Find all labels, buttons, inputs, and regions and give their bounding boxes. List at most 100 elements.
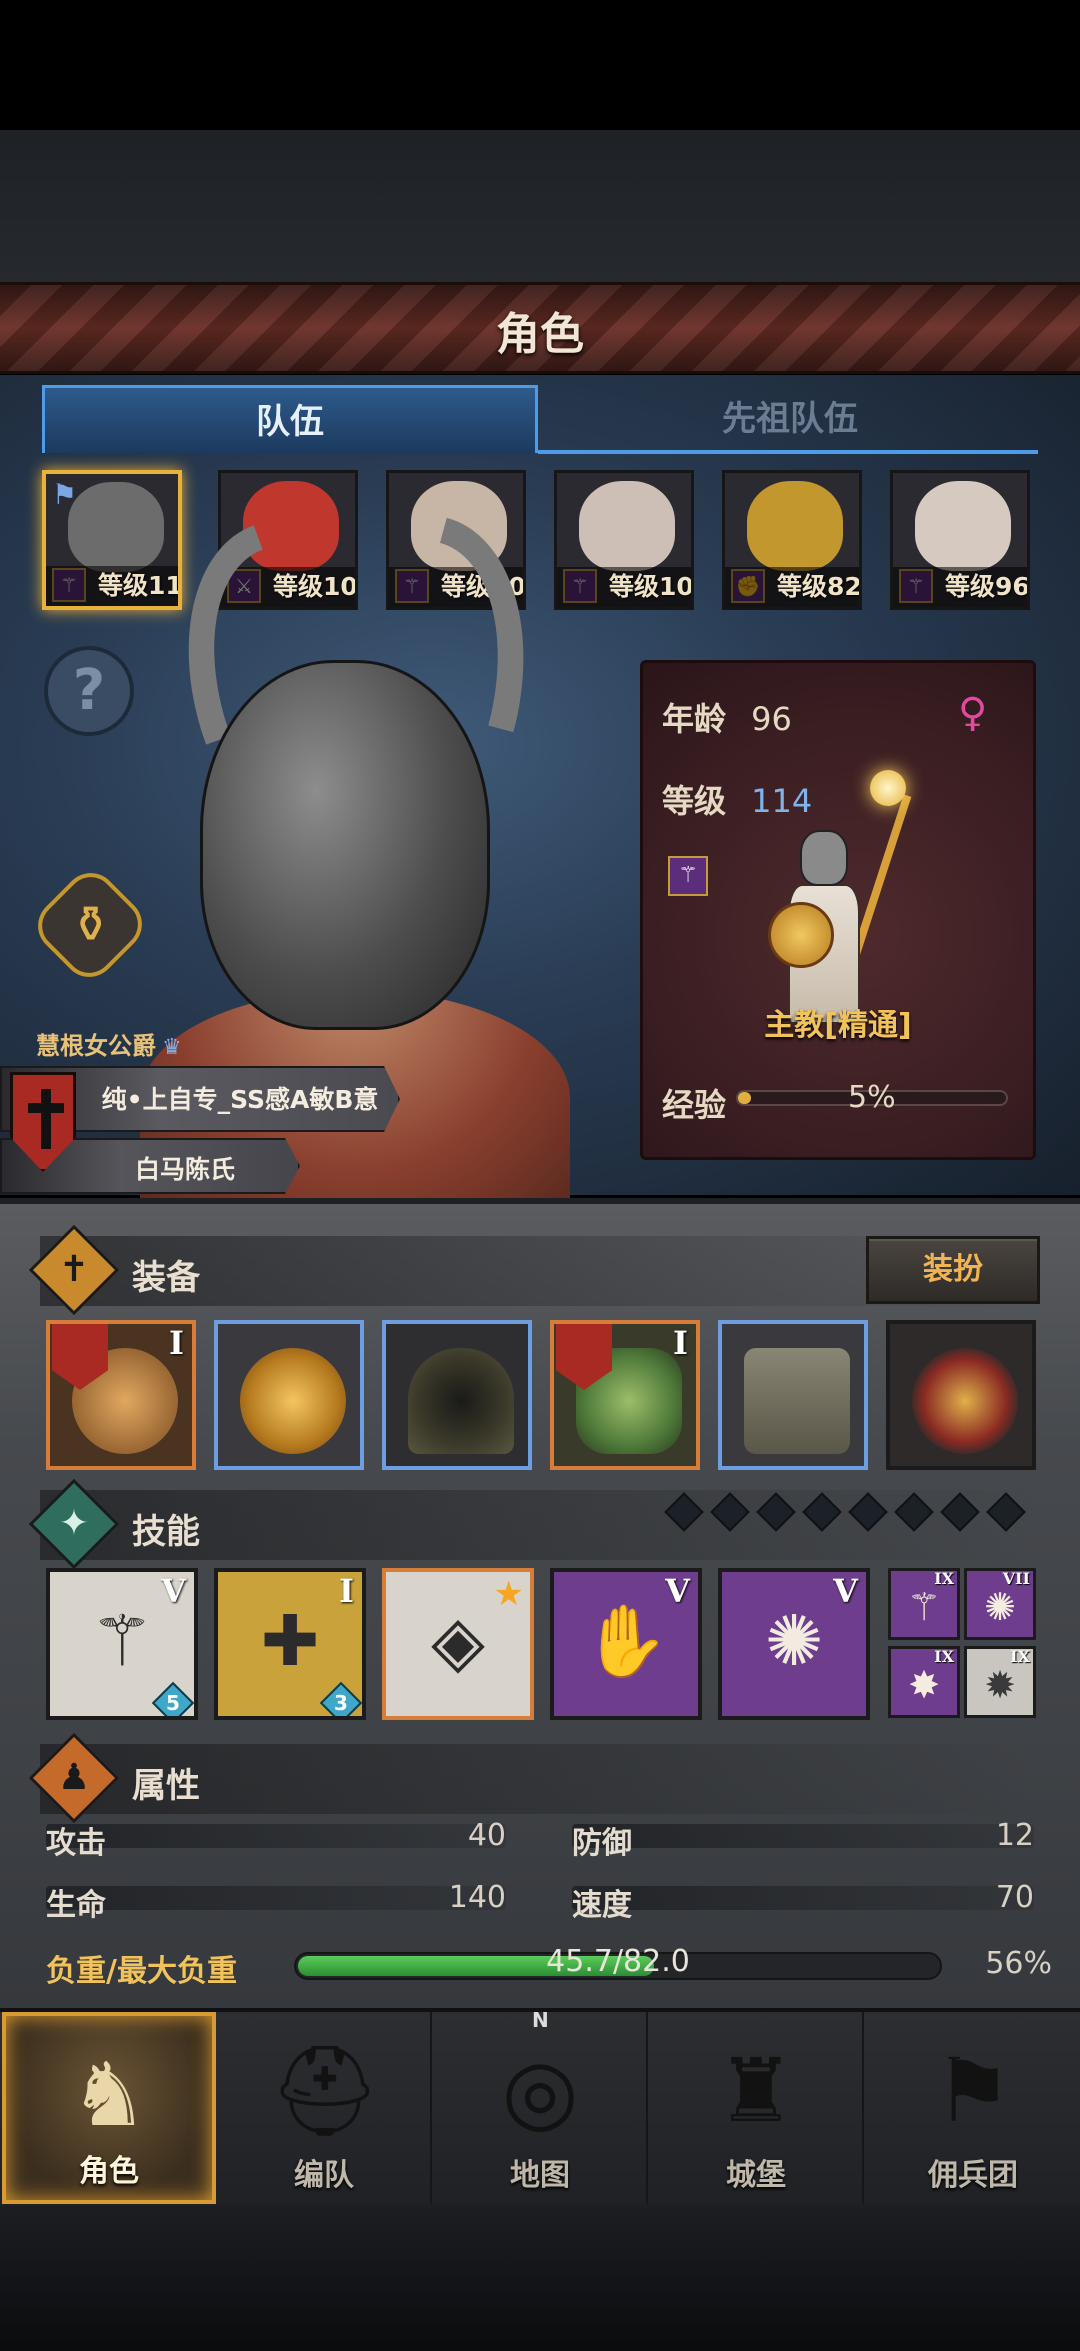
- skill-4[interactable]: ✋ V: [550, 1568, 702, 1720]
- nav-formation[interactable]: ⛑ 编队: [218, 2012, 432, 2204]
- health-value: 140: [448, 1880, 506, 1915]
- noble-title: 慧根女公爵 ♛: [36, 1026, 182, 1061]
- hero-portrait-5[interactable]: ✊ 等级82: [722, 470, 862, 610]
- exp-label: 经验: [662, 1086, 727, 1124]
- compass-icon: ◎: [501, 2039, 579, 2142]
- health-label: 生命: [46, 1888, 106, 1923]
- skill-5[interactable]: ✺ V: [718, 1568, 870, 1720]
- trait-text: 纯•上自专_SS感A敏B意: [101, 1085, 379, 1114]
- speed-label: 速度: [572, 1888, 632, 1923]
- equip-slot-staff[interactable]: I: [46, 1320, 196, 1470]
- skills-title: 技能: [132, 1512, 200, 1552]
- character-helmet: [200, 660, 490, 1030]
- mini-skill-1[interactable]: ⚚ IX: [888, 1568, 960, 1640]
- skill-3[interactable]: ◈ ★: [382, 1568, 534, 1720]
- nav-label: 地图: [510, 2158, 570, 2193]
- nav-castle[interactable]: ♜ 城堡: [650, 2012, 864, 2204]
- tab-ancestor-team[interactable]: 先祖队伍: [540, 385, 1040, 453]
- tab-team[interactable]: 队伍: [42, 385, 538, 453]
- equip-slot-boots[interactable]: [718, 1320, 868, 1470]
- hood-icon: [408, 1348, 514, 1454]
- hero-level: 等级82: [725, 567, 859, 607]
- attack-value: 40: [467, 1818, 506, 1853]
- castle-icon: ♜: [716, 2039, 796, 2142]
- skill-1[interactable]: ⚚ V 5: [46, 1568, 198, 1720]
- system-nav-area: [0, 2205, 1080, 2351]
- nav-label: 城堡: [726, 2158, 786, 2193]
- equip-slot-amulet[interactable]: [886, 1320, 1036, 1470]
- hero-portrait-6[interactable]: ⚚ 等级96: [890, 470, 1030, 610]
- class-name: 主教[精通]: [764, 1008, 912, 1043]
- banner-icon: ⚑: [933, 2039, 1013, 2142]
- nav-label: 佣兵团: [928, 2158, 1018, 2193]
- level-row: 等级 114: [662, 776, 812, 822]
- knight-icon: ♞: [69, 2043, 149, 2146]
- bat-amulet-icon: [912, 1348, 1018, 1454]
- status-bar-area: [0, 0, 1080, 130]
- level-label: 等级: [662, 782, 727, 820]
- skill-2[interactable]: ✚ I 3: [214, 1568, 366, 1720]
- heal-shield-icon: ✚: [260, 1600, 320, 1682]
- equip-slot-armor[interactable]: I: [550, 1320, 700, 1470]
- tier-numeral: VII: [1002, 1569, 1030, 1588]
- radiant-icon: ✺: [984, 1585, 1016, 1629]
- mini-skill-3[interactable]: ✸ IX: [888, 1646, 960, 1718]
- tier-numeral: I: [339, 1572, 354, 1610]
- hero-face: [747, 481, 843, 571]
- helmet-icon: ⛑: [269, 2039, 381, 2142]
- staff-icon: ⚚: [668, 856, 708, 896]
- skill-count-badge: 5: [151, 1681, 194, 1716]
- attributes-title: 属性: [132, 1766, 200, 1806]
- nav-mercenary[interactable]: ⚑ 佣兵团: [866, 2012, 1080, 2204]
- spear-icon: ⚚: [90, 1600, 154, 1682]
- nav-label: 角色: [79, 2154, 139, 2189]
- hero-level: 等级114: [46, 566, 178, 606]
- tab-underline: [538, 450, 1038, 454]
- potion-icon: ⚱: [69, 895, 112, 954]
- shatter-icon: ✹: [984, 1663, 1016, 1707]
- skill-slot-indicators: [660, 1492, 1040, 1542]
- equip-slot-shield[interactable]: [214, 1320, 364, 1470]
- load-label: 负重/最大负重: [46, 1954, 237, 1989]
- tier-numeral: IX: [934, 1647, 954, 1666]
- nav-map[interactable]: ◎ 地图: [434, 2012, 648, 2204]
- tier-numeral: V: [161, 1572, 186, 1610]
- nav-label: 编队: [294, 2158, 354, 2193]
- nav-character[interactable]: ♞ 角色: [2, 2012, 216, 2204]
- level-value: 114: [751, 782, 813, 820]
- shield-icon: [240, 1348, 346, 1454]
- hero-level: 等级102: [557, 567, 691, 607]
- dress-up-button[interactable]: 装扮: [866, 1236, 1040, 1304]
- compass-north-label: N: [532, 2008, 549, 2032]
- tier-numeral: IX: [1010, 1647, 1030, 1666]
- speed-value: 70: [995, 1880, 1034, 1915]
- equip-slot-hood[interactable]: [382, 1320, 532, 1470]
- tier-numeral: I: [673, 1324, 688, 1362]
- mini-skill-2[interactable]: ✺ VII: [964, 1568, 1036, 1640]
- attack-label: 攻击: [46, 1826, 106, 1861]
- defense-value: 12: [995, 1818, 1034, 1853]
- radiant-spear-icon: ✺: [764, 1600, 824, 1682]
- hero-face: [915, 481, 1011, 571]
- help-button[interactable]: ?: [44, 646, 134, 736]
- page-title: 角色: [496, 309, 584, 360]
- burst-icon: ✸: [908, 1663, 940, 1707]
- tier-numeral: V: [833, 1572, 858, 1610]
- load-value: 45.7/82.0: [546, 1944, 690, 1979]
- tier-numeral: I: [169, 1324, 184, 1362]
- tier-numeral: IX: [934, 1569, 954, 1588]
- hero-level: 等级96: [893, 567, 1027, 607]
- equipment-title: 装备: [132, 1258, 200, 1298]
- defense-label: 防御: [572, 1826, 632, 1861]
- flag-icon: ⚑: [52, 478, 78, 511]
- hero-portrait-4[interactable]: ⚚ 等级102: [554, 470, 694, 610]
- hero-portrait-1[interactable]: ⚑ ⚚ 等级114: [42, 470, 182, 610]
- mini-skill-4[interactable]: ✹ IX: [964, 1646, 1036, 1718]
- star-icon: ★: [493, 1574, 524, 1614]
- load-percent: 56%: [985, 1946, 1052, 1981]
- spear-icon: ⚚: [906, 1585, 942, 1629]
- noble-title-text: 慧根女公爵: [36, 1032, 156, 1060]
- age-label: 年龄: [662, 700, 727, 738]
- boots-icon: [744, 1348, 850, 1454]
- crown-icon: ♛: [162, 1035, 182, 1060]
